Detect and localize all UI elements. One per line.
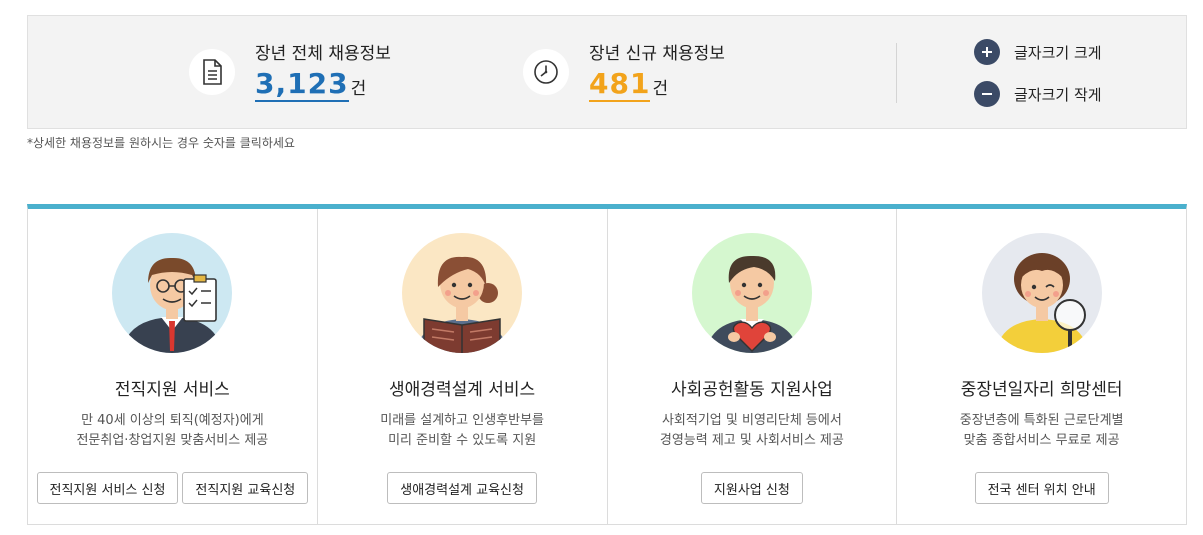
stats-divider [896, 43, 897, 103]
font-size-decrease-label: 글자크기 작게 [1014, 85, 1102, 104]
description-line: 전문취업·창업지원 맞춤서비스 제공 [76, 433, 269, 448]
font-size-decrease-button[interactable]: 글자크기 작게 [974, 80, 1102, 108]
new-jobs-label: 장년 신규 채용정보 [589, 43, 725, 64]
minus-icon [974, 81, 1000, 107]
font-size-controls: 글자크기 크게 글자크기 작게 [974, 38, 1102, 122]
service-card-career-design: 생애경력설계 서비스 미래를 설계하고 인생후반부를 미리 준비할 수 있도록 … [318, 209, 608, 524]
description-line: 사회적기업 및 비영리단체 등에서 [661, 413, 842, 428]
service-card-title: 중장년일자리 희망센터 [960, 380, 1123, 400]
plus-icon [974, 39, 1000, 65]
social-contribution-apply-button[interactable]: 지원사업 신청 [700, 472, 803, 504]
new-jobs-stat: 장년 신규 채용정보 481 건 [523, 16, 725, 128]
total-jobs-count-link[interactable]: 3,123 [255, 68, 349, 102]
click-notice: *상세한 채용정보를 원하시는 경우 숫자를 클릭하세요 [27, 136, 295, 150]
woman-reading-book-illustration [402, 233, 523, 353]
document-icon [189, 49, 235, 95]
service-card-title: 사회공헌활동 지원사업 [670, 380, 833, 400]
service-card-title: 전직지원 서비스 [114, 380, 230, 400]
total-jobs-label: 장년 전체 채용정보 [255, 43, 391, 64]
description-line: 미리 준비할 수 있도록 지원 [388, 433, 537, 448]
description-line: 중장년층에 특화된 근로단계별 [959, 413, 1124, 428]
description-line: 만 40세 이상의 퇴직(예정자)에게 [81, 413, 264, 428]
clock-icon [523, 49, 569, 95]
font-size-increase-button[interactable]: 글자크기 크게 [974, 38, 1102, 66]
service-card-description: 중장년층에 특화된 근로단계별 맞춤 종합서비스 무료로 제공 [897, 411, 1186, 451]
center-location-button[interactable]: 전국 센터 위치 안내 [974, 472, 1109, 504]
font-size-increase-label: 글자크기 크게 [1014, 43, 1102, 62]
service-card-job-hope-center: 중장년일자리 희망센터 중장년층에 특화된 근로단계별 맞춤 종합서비스 무료로… [897, 209, 1186, 524]
service-card-description: 만 40세 이상의 퇴직(예정자)에게 전문취업·창업지원 맞춤서비스 제공 [28, 411, 317, 451]
job-stats-bar: 장년 전체 채용정보 3,123 건 장년 신규 채용정보 481 건 글자크기… [27, 15, 1187, 129]
service-card-description: 미래를 설계하고 인생후반부를 미리 준비할 수 있도록 지원 [318, 411, 607, 451]
total-jobs-unit: 건 [350, 78, 367, 99]
total-jobs-stat: 장년 전체 채용정보 3,123 건 [189, 16, 391, 128]
woman-with-magnifier-illustration [981, 233, 1102, 353]
man-holding-heart-illustration [691, 233, 812, 353]
service-card-outplacement: 전직지원 서비스 만 40세 이상의 퇴직(예정자)에게 전문취업·창업지원 맞… [28, 209, 318, 524]
service-cards: 전직지원 서비스 만 40세 이상의 퇴직(예정자)에게 전문취업·창업지원 맞… [27, 204, 1187, 525]
description-line: 미래를 설계하고 인생후반부를 [380, 413, 544, 428]
businessman-with-clipboard-illustration [112, 233, 233, 353]
description-line: 맞춤 종합서비스 무료로 제공 [963, 433, 1120, 448]
career-design-education-button[interactable]: 생애경력설계 교육신청 [387, 472, 537, 504]
service-card-social-contribution: 사회공헌활동 지원사업 사회적기업 및 비영리단체 등에서 경영능력 제고 및 … [608, 209, 898, 524]
service-card-title: 생애경력설계 서비스 [389, 380, 536, 400]
outplacement-apply-button[interactable]: 전직지원 서비스 신청 [36, 472, 179, 504]
new-jobs-unit: 건 [652, 78, 669, 99]
service-card-description: 사회적기업 및 비영리단체 등에서 경영능력 제고 및 사회서비스 제공 [608, 411, 897, 451]
new-jobs-count-link[interactable]: 481 [589, 68, 651, 102]
description-line: 경영능력 제고 및 사회서비스 제공 [659, 433, 844, 448]
outplacement-education-button[interactable]: 전직지원 교육신청 [182, 472, 309, 504]
